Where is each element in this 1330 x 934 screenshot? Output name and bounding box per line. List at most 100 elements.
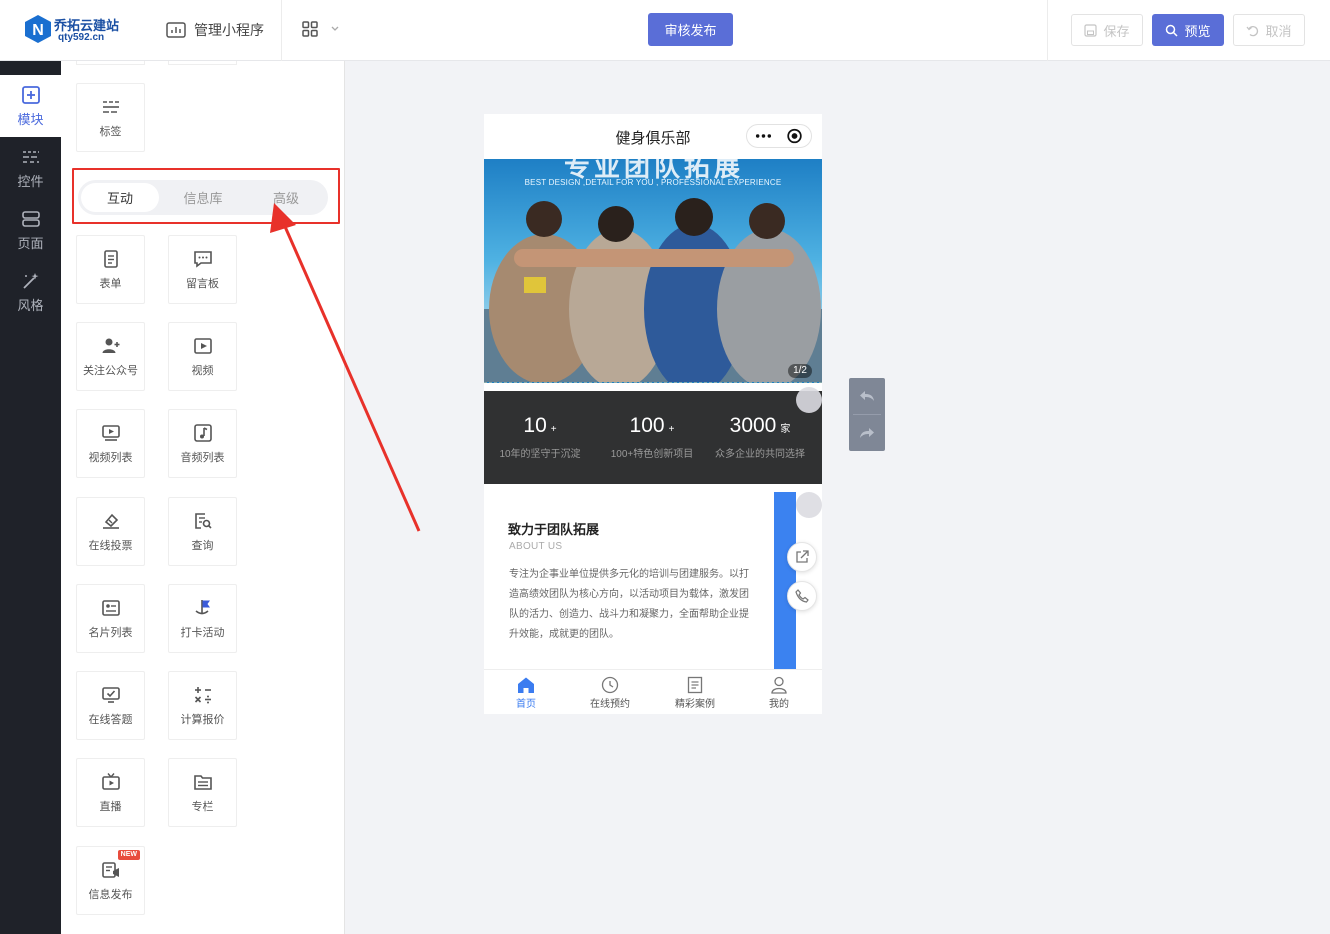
share-button[interactable] bbox=[787, 542, 817, 572]
stat-description: 众多企业的共同选择 bbox=[715, 449, 805, 460]
module-label: 在线投票 bbox=[88, 539, 133, 552]
preview-label: 预览 bbox=[1184, 23, 1211, 39]
stat-number: 100 bbox=[629, 414, 665, 437]
query-icon bbox=[194, 512, 212, 529]
module-tile-live[interactable]: 直播 bbox=[76, 758, 145, 827]
divider bbox=[1047, 0, 1048, 61]
app-grid-dropdown[interactable] bbox=[302, 21, 340, 37]
module-tile-column[interactable]: 专栏 bbox=[168, 758, 237, 827]
rail-item-controls[interactable]: 控件 bbox=[0, 137, 61, 199]
cancel-label: 取消 bbox=[1265, 23, 1292, 39]
save-label: 保存 bbox=[1103, 23, 1130, 39]
message-board-icon bbox=[193, 250, 212, 268]
video-list-icon bbox=[101, 424, 120, 441]
module-label: 名片列表 bbox=[88, 626, 133, 639]
phone-call-button[interactable] bbox=[787, 581, 817, 611]
banner-carousel[interactable]: 专业团队拓展 BEST DESIGN ,DETAIL FOR YOU , PRO… bbox=[484, 159, 822, 383]
module-tile-publish-info[interactable]: NEW 信息发布 bbox=[76, 846, 145, 915]
document-icon bbox=[687, 676, 703, 694]
undo-redo-controls bbox=[849, 378, 885, 451]
module-tile-video-list[interactable]: 视频列表 bbox=[76, 409, 145, 478]
new-badge: NEW bbox=[117, 850, 140, 860]
top-bar: N 乔拓云建站 qty592.cn 管理小程序 审核发布 保存 预览 取消 bbox=[0, 0, 1330, 61]
preview-button[interactable]: 预览 bbox=[1152, 14, 1224, 46]
rail-label: 模块 bbox=[17, 111, 44, 127]
module-tile-form[interactable]: 表单 bbox=[76, 235, 145, 304]
module-label: 视频 bbox=[191, 364, 214, 377]
redo-button[interactable] bbox=[849, 415, 885, 451]
share-icon bbox=[796, 550, 809, 563]
tabbar-item-booking[interactable]: 在线预约 bbox=[568, 676, 652, 710]
stat-unit: + bbox=[668, 424, 675, 435]
module-tile-card-list[interactable]: 名片列表 bbox=[76, 584, 145, 653]
drag-handle-icon[interactable] bbox=[796, 492, 822, 518]
stat-item: 3000 家 众多企业的共同选择 bbox=[704, 413, 816, 460]
more-dots-icon[interactable] bbox=[747, 125, 779, 147]
undo-button[interactable] bbox=[849, 378, 885, 414]
stat-description: 100+特色创新项目 bbox=[610, 449, 694, 460]
user-icon bbox=[771, 676, 787, 694]
tag-list-icon bbox=[102, 100, 119, 113]
module-tile-tag[interactable]: 标签 bbox=[76, 83, 145, 152]
module-label: 关注公众号 bbox=[83, 364, 138, 377]
tabbar-item-home[interactable]: 首页 bbox=[484, 676, 568, 710]
module-tile-follow-account[interactable]: 关注公众号 bbox=[76, 322, 145, 391]
stat-item: 100 + 100+特色创新项目 bbox=[596, 413, 708, 460]
clock-icon bbox=[601, 676, 619, 694]
stat-number: 3000 bbox=[729, 414, 777, 437]
save-button[interactable]: 保存 bbox=[1071, 14, 1143, 46]
stats-section: 10 + 10年的坚守于沉淀 100 + 100+特色创新项目 3000 家 众多企业… bbox=[484, 387, 822, 484]
logo[interactable]: N 乔拓云建站 qty592.cn bbox=[24, 12, 124, 48]
undo-arrow-icon bbox=[860, 391, 874, 401]
module-label: 表单 bbox=[99, 277, 122, 290]
module-tile-audio-list[interactable]: 音频列表 bbox=[168, 409, 237, 478]
tabbar-label: 首页 bbox=[516, 699, 536, 710]
undo-icon bbox=[1246, 25, 1259, 36]
calculator-icon bbox=[194, 686, 211, 703]
module-tile-online-vote[interactable]: 在线投票 bbox=[76, 497, 145, 566]
rail-label: 页面 bbox=[17, 235, 44, 251]
manage-miniprogram-button[interactable]: 管理小程序 bbox=[166, 20, 264, 40]
cancel-button[interactable]: 取消 bbox=[1233, 14, 1305, 46]
redo-arrow-icon bbox=[860, 428, 874, 438]
left-rail: 模块 控件 页面 风格 bbox=[0, 61, 61, 934]
follow-user-icon bbox=[102, 338, 119, 353]
module-tile-calculator[interactable]: 计算报价 bbox=[168, 671, 237, 740]
rail-item-modules[interactable]: 模块 bbox=[0, 75, 61, 137]
close-target-icon[interactable] bbox=[779, 125, 811, 147]
live-tv-icon bbox=[101, 772, 120, 790]
home-icon bbox=[518, 677, 534, 693]
module-label: 查询 bbox=[191, 539, 214, 552]
banner-photo bbox=[484, 198, 822, 382]
about-title: 致力于团队拓展 bbox=[508, 522, 600, 537]
tile-partial bbox=[168, 61, 237, 65]
plus-square-icon bbox=[21, 85, 40, 104]
phone-icon bbox=[795, 589, 809, 603]
module-tile-query[interactable]: 查询 bbox=[168, 497, 237, 566]
phone-preview: 健身俱乐部 专业团队拓展 BEST DESIGN ,DETAIL FOR YOU… bbox=[484, 114, 822, 714]
module-label: 视频列表 bbox=[88, 451, 133, 464]
phone-tabbar: 首页 在线预约 精彩案例 我的 bbox=[484, 669, 822, 714]
module-tile-video[interactable]: 视频 bbox=[168, 322, 237, 391]
magic-wand-icon bbox=[22, 272, 38, 289]
tabbar-label: 在线预约 bbox=[590, 699, 630, 710]
phone-header: 健身俱乐部 bbox=[484, 114, 822, 159]
vote-icon bbox=[102, 513, 119, 529]
about-subtitle: ABOUT US bbox=[509, 541, 563, 552]
review-publish-button[interactable]: 审核发布 bbox=[648, 13, 733, 46]
rail-item-pages[interactable]: 页面 bbox=[0, 199, 61, 261]
banner-tagline: BEST DESIGN ,DETAIL FOR YOU , PROFESSION… bbox=[524, 178, 782, 187]
module-tile-online-quiz[interactable]: 在线答题 bbox=[76, 671, 145, 740]
module-tile-message-board[interactable]: 留言板 bbox=[168, 235, 237, 304]
chart-icon bbox=[166, 22, 186, 38]
miniprogram-capsule[interactable] bbox=[746, 124, 812, 148]
column-icon bbox=[193, 774, 212, 790]
tabbar-item-mine[interactable]: 我的 bbox=[737, 676, 821, 710]
rail-label: 风格 bbox=[17, 297, 44, 313]
rail-item-style[interactable]: 风格 bbox=[0, 261, 61, 323]
module-tile-checkin[interactable]: 打卡活动 bbox=[168, 584, 237, 653]
module-label: 音频列表 bbox=[180, 451, 225, 464]
drag-handle-icon[interactable] bbox=[796, 387, 822, 413]
tabbar-item-cases[interactable]: 精彩案例 bbox=[653, 676, 737, 710]
module-label: 在线答题 bbox=[88, 713, 133, 726]
